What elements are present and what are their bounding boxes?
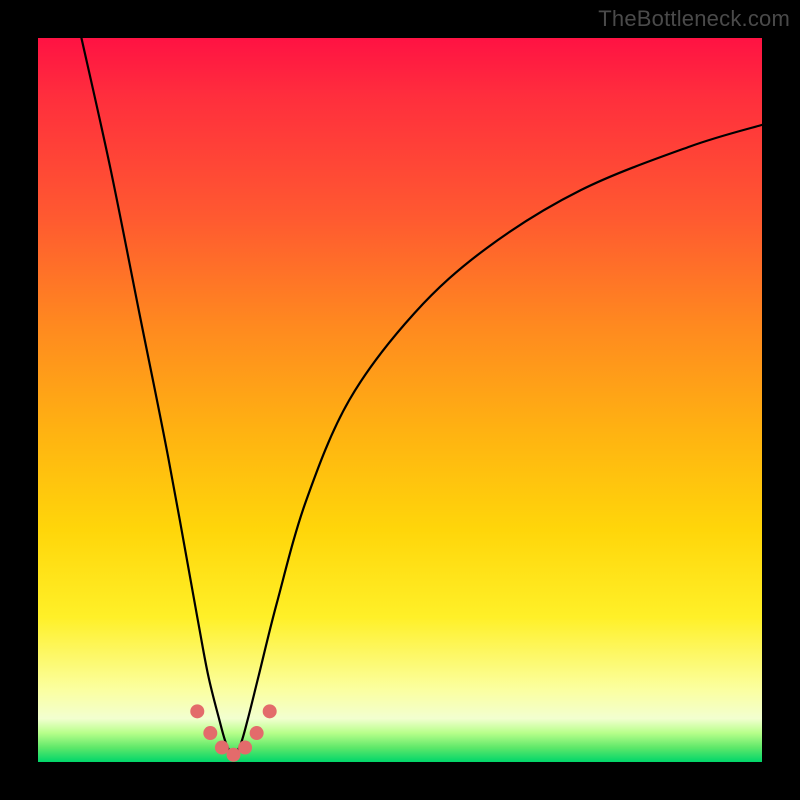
highlight-dot [263, 704, 277, 718]
highlight-dot [203, 726, 217, 740]
highlight-dots [190, 704, 276, 761]
highlight-dot [190, 704, 204, 718]
highlight-dot [215, 741, 229, 755]
chart-frame: TheBottleneck.com [0, 0, 800, 800]
chart-plot-area [38, 38, 762, 762]
chart-svg [38, 38, 762, 762]
highlight-dot [250, 726, 264, 740]
highlight-dot [226, 748, 240, 762]
bottleneck-curve [81, 38, 762, 755]
watermark-text: TheBottleneck.com [598, 6, 790, 32]
highlight-dot [238, 741, 252, 755]
